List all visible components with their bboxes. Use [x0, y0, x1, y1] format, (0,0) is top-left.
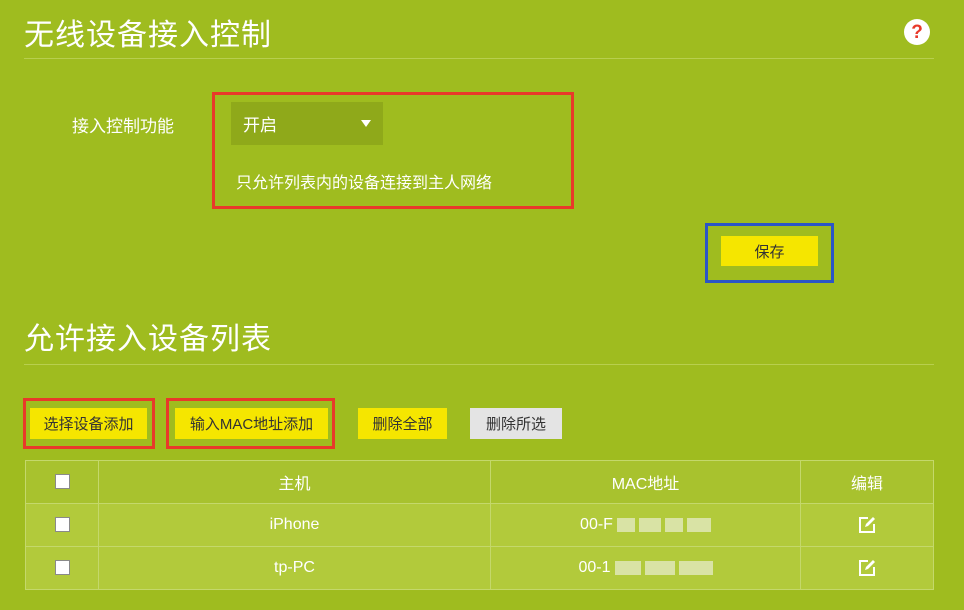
edit-cell [800, 546, 934, 590]
edit-icon[interactable] [858, 559, 876, 577]
delete-all-button[interactable]: 删除全部 [358, 408, 447, 439]
delete-selected-button[interactable]: 删除所选 [470, 408, 562, 439]
access-control-label: 接入控制功能 [72, 117, 174, 136]
host-cell: tp-PC [98, 546, 491, 590]
mac-redaction [686, 518, 711, 532]
mac-redaction [616, 518, 635, 532]
divider [24, 58, 934, 59]
mac-cell: 00-F [490, 503, 801, 547]
table-header-row: 主机 MAC地址 编辑 [25, 460, 934, 504]
row-checkbox[interactable] [54, 560, 70, 576]
host-cell: iPhone [98, 503, 491, 547]
mac-redaction [638, 518, 661, 532]
edit-icon[interactable] [858, 516, 876, 534]
table-row: iPhone 00-F [25, 503, 934, 547]
column-header-edit: 编辑 [800, 460, 934, 504]
mac-cell: 00-1 [490, 546, 801, 590]
mac-redaction [678, 561, 713, 575]
row-checkbox[interactable] [54, 517, 70, 533]
page-title: 无线设备接入控制 [24, 19, 272, 52]
section-title-device-list: 允许接入设备列表 [24, 323, 272, 356]
column-header-mac: MAC地址 [490, 460, 801, 504]
highlight-box-save [705, 223, 834, 283]
column-header-host: 主机 [98, 460, 491, 504]
row-checkbox-cell [25, 546, 99, 590]
mac-redaction [644, 561, 675, 575]
highlight-box-select-add [23, 398, 155, 449]
mac-value: 00-1 [578, 559, 713, 577]
help-icon[interactable]: ? [904, 19, 930, 45]
mac-redaction [664, 518, 683, 532]
mac-visible-text: 00-1 [578, 559, 611, 576]
divider [24, 364, 934, 365]
table-row: tp-PC 00-1 [25, 546, 934, 590]
mac-visible-text: 00-F [580, 516, 613, 533]
device-table: 主机 MAC地址 编辑 iPhone 00-F tp-PC 00-1 [25, 460, 934, 590]
highlight-box-access-control [212, 92, 574, 209]
mac-redaction [614, 561, 641, 575]
edit-cell [800, 503, 934, 547]
mac-value: 00-F [580, 516, 711, 534]
select-all-cell [25, 460, 99, 504]
row-checkbox-cell [25, 503, 99, 547]
help-glyph: ? [911, 21, 923, 43]
highlight-box-mac-add [166, 398, 335, 449]
select-all-checkbox[interactable] [54, 474, 70, 490]
